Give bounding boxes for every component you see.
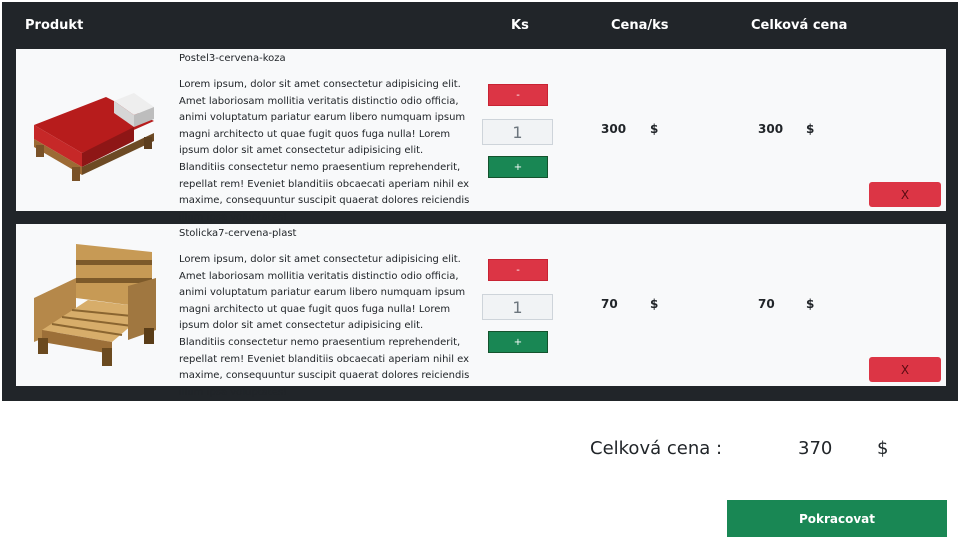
- header-celkova-cena: Celková cena: [751, 18, 848, 33]
- remove-item-button[interactable]: X: [869, 357, 941, 382]
- quantity-input[interactable]: 1: [482, 119, 553, 145]
- product-name: Stolicka7-cervena-plast: [179, 228, 297, 239]
- grand-total-currency: $: [877, 438, 889, 459]
- cart-row: Postel3-cervena-koza Lorem ipsum, dolor …: [16, 49, 946, 223]
- remove-item-label: X: [900, 362, 910, 377]
- line-total-price: 70: [758, 297, 775, 311]
- header-cena-ks: Cena/ks: [611, 18, 669, 33]
- product-description: Lorem ipsum, dolor sit amet consectetur …: [179, 254, 470, 398]
- grand-total-label: Celková cena :: [590, 438, 723, 459]
- chair-icon: [28, 238, 160, 370]
- header-ks: Ks: [511, 18, 529, 33]
- cart-table: Produkt Ks Cena/ks Celková cena Postel3-…: [2, 2, 958, 401]
- decrease-quantity-button[interactable]: -: [488, 84, 548, 106]
- increase-quantity-button[interactable]: +: [488, 331, 548, 353]
- unit-price-currency: $: [650, 122, 659, 136]
- line-total-currency: $: [806, 297, 815, 311]
- line-total-price: 300: [758, 122, 784, 136]
- product-name: Postel3-cervena-koza: [179, 53, 286, 64]
- product-description: Lorem ipsum, dolor sit amet consectetur …: [179, 79, 470, 223]
- grand-total-value: 370: [798, 438, 833, 459]
- remove-item-button[interactable]: X: [869, 182, 941, 207]
- remove-item-label: X: [900, 187, 910, 202]
- continue-button[interactable]: Pokracovat: [727, 500, 947, 537]
- quantity-input[interactable]: 1: [482, 294, 553, 320]
- header-produkt: Produkt: [25, 18, 84, 33]
- unit-price: 70: [601, 297, 618, 311]
- unit-price: 300: [601, 122, 627, 136]
- decrease-quantity-button[interactable]: -: [488, 259, 548, 281]
- cart-row: Stolicka7-cervena-plast Lorem ipsum, dol…: [16, 224, 946, 398]
- unit-price-currency: $: [650, 297, 659, 311]
- bed-icon: [28, 63, 160, 195]
- increase-quantity-button[interactable]: +: [488, 156, 548, 178]
- line-total-currency: $: [806, 122, 815, 136]
